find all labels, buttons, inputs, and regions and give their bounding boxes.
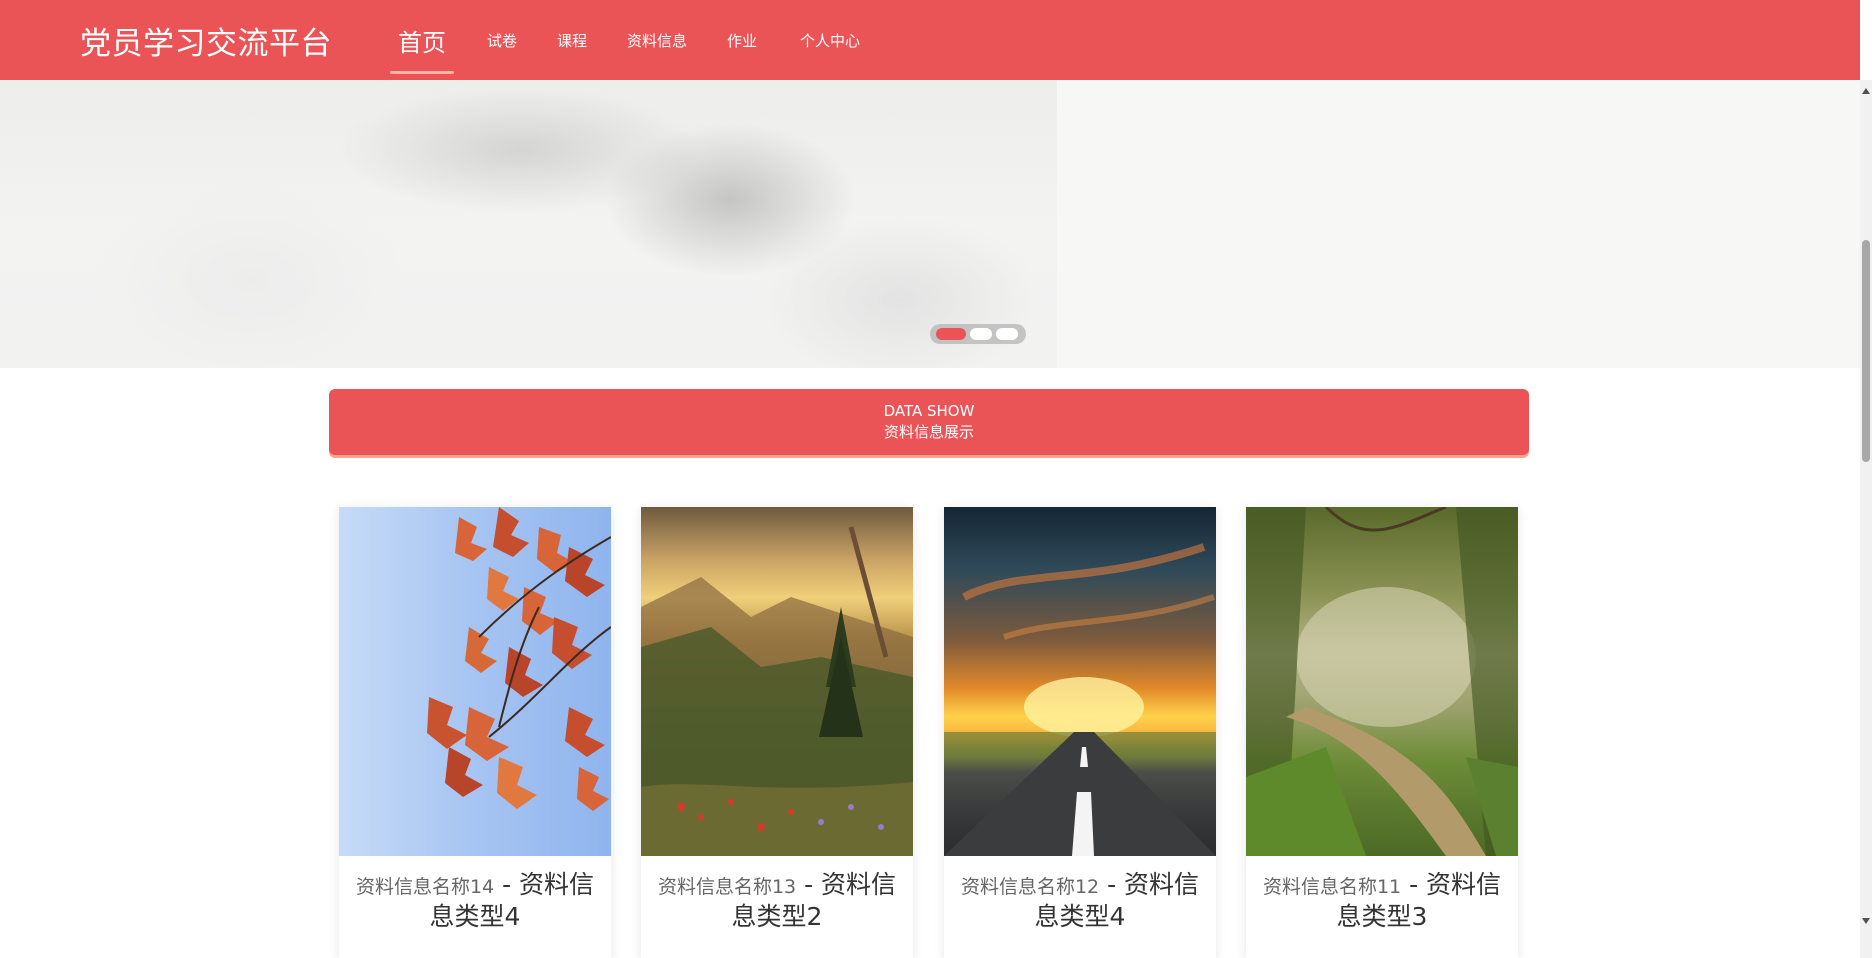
mountain-valley-photo (641, 507, 913, 856)
carousel-dot-1[interactable] (936, 328, 966, 340)
scroll-up-arrow-icon[interactable] (1862, 88, 1870, 94)
card-caption: 资料信息名称11 - 资料信息类型3 (1246, 856, 1518, 934)
nav-exam-label: 试卷 (486, 31, 517, 50)
card-title: 资料信息名称11 (1262, 876, 1402, 898)
section-title-cn: 资料信息展示 (883, 423, 974, 441)
card-title: 资料信息名称12 (960, 876, 1100, 898)
card-caption: 资料信息名称14 - 资料信息类型4 (339, 856, 611, 934)
carousel-dot-2[interactable] (970, 328, 992, 340)
site-logo[interactable]: 党员学习交流平台 (80, 18, 332, 63)
carousel-indicators (930, 324, 1026, 344)
card-caption: 资料信息名称13 - 资料信息类型2 (641, 856, 913, 934)
nav-course-label: 课程 (556, 31, 587, 50)
card-separator: - (1099, 870, 1125, 899)
sunset-road-photo (944, 507, 1216, 856)
card-title: 资料信息名称14 (355, 876, 495, 898)
autumn-leaves-photo (339, 507, 611, 856)
nav-exam[interactable]: 试卷 (480, 0, 524, 80)
section-title-en: DATA SHOW (883, 402, 975, 420)
material-card[interactable]: 资料信息名称11 - 资料信息类型3 (1246, 507, 1518, 958)
material-card[interactable]: 资料信息名称13 - 资料信息类型2 (641, 507, 913, 958)
banner-image (0, 80, 1057, 368)
carousel-dot-3[interactable] (996, 328, 1018, 340)
nav-home-label: 首页 (398, 28, 446, 57)
nav-materials[interactable]: 资料信息 (620, 0, 694, 80)
material-card[interactable]: 资料信息名称14 - 资料信息类型4 (339, 507, 611, 958)
nav-personal-center-label: 个人中心 (799, 31, 860, 50)
nav-personal-center[interactable]: 个人中心 (790, 0, 870, 80)
nav-materials-label: 资料信息 (626, 31, 687, 50)
scroll-down-arrow-icon[interactable] (1862, 918, 1870, 924)
page-scrollbar[interactable] (1860, 80, 1872, 958)
scrollbar-thumb[interactable] (1862, 240, 1870, 462)
nav-course[interactable]: 课程 (550, 0, 594, 80)
card-separator: - (494, 870, 520, 899)
material-card[interactable]: 资料信息名称12 - 资料信息类型4 (944, 507, 1216, 958)
card-caption: 资料信息名称12 - 资料信息类型4 (944, 856, 1216, 934)
forest-path-photo (1246, 507, 1518, 856)
data-show-title-bar: DATA SHOW 资料信息展示 (329, 389, 1529, 455)
nav-homework[interactable]: 作业 (720, 0, 764, 80)
nav-home[interactable]: 首页 (390, 0, 454, 80)
nav-homework-label: 作业 (726, 31, 757, 50)
card-separator: - (796, 870, 822, 899)
card-title: 资料信息名称13 (657, 876, 797, 898)
top-navbar: 党员学习交流平台 首页 试卷 课程 资料信息 作业 个人中心 (0, 0, 1860, 80)
card-separator: - (1401, 870, 1427, 899)
banner-carousel[interactable] (0, 80, 1860, 368)
